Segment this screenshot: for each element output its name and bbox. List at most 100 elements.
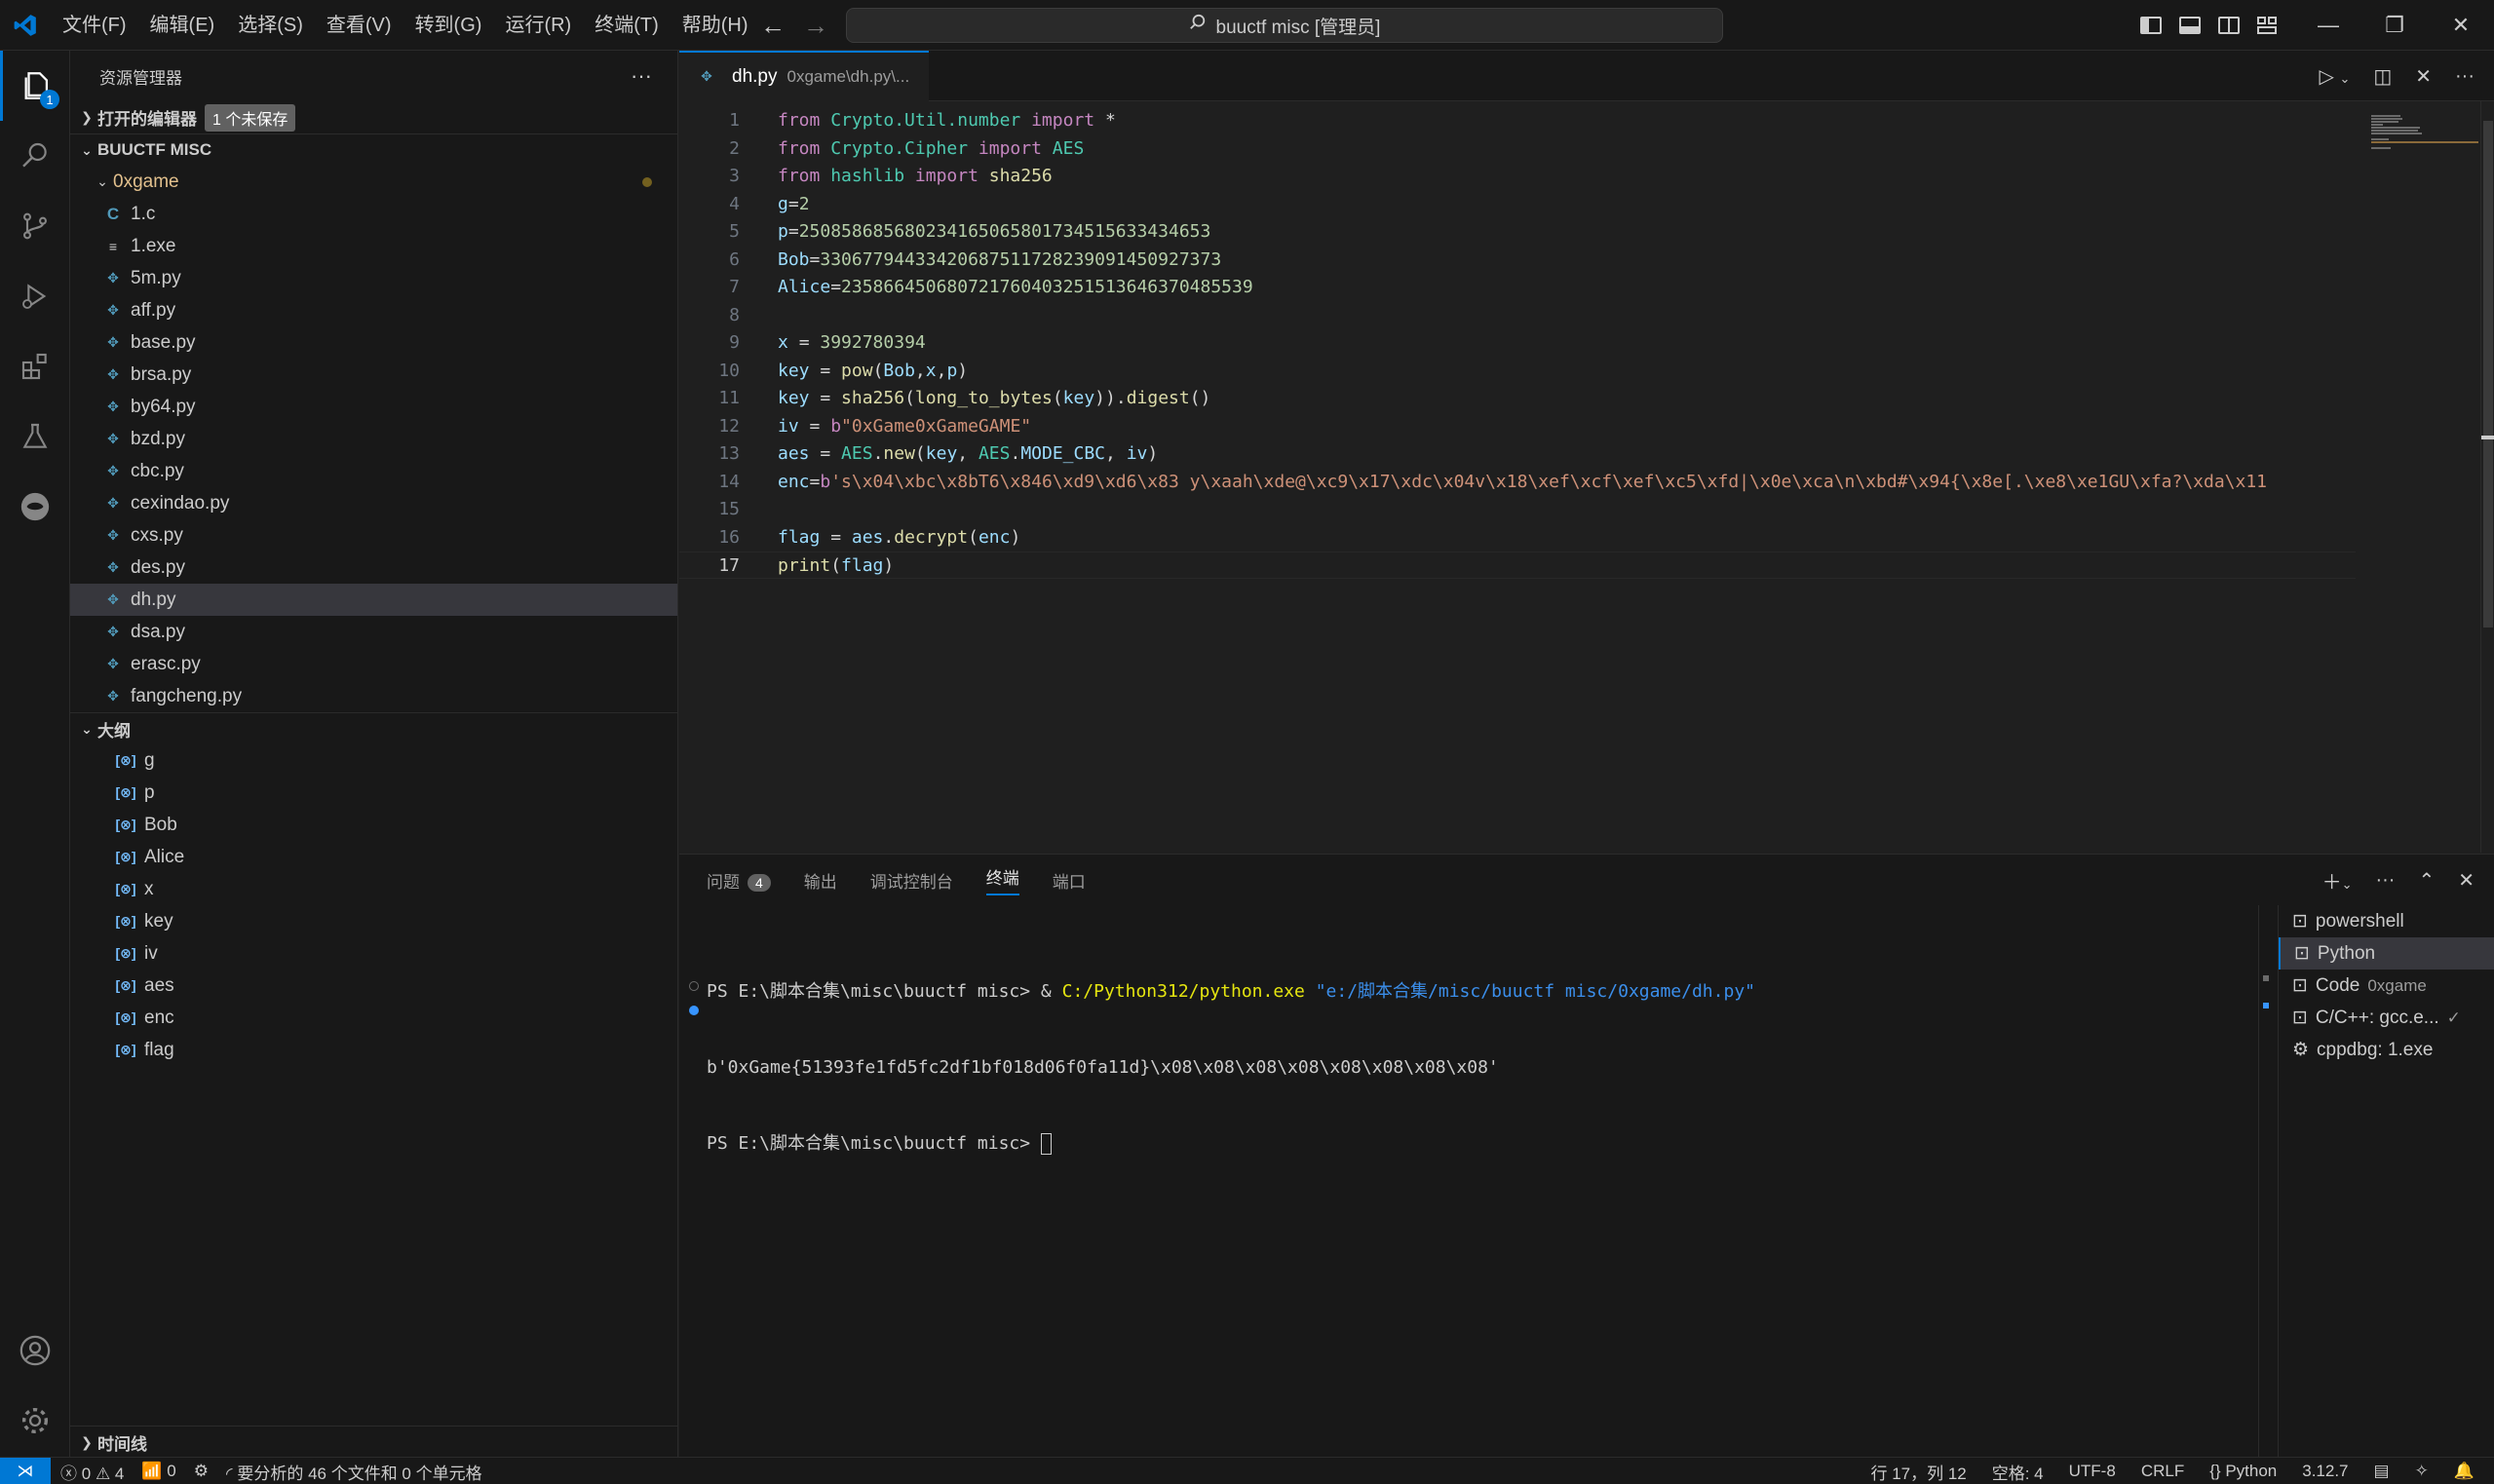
open-editors-section[interactable]: ❯ 打开的编辑器 1 个未保存 [70,101,677,133]
run-status-icon[interactable]: ⚙ [194,1462,209,1481]
more-actions-icon[interactable]: ··· [631,63,652,89]
file-item[interactable]: ✥ cexindao.py [70,487,677,519]
terminal-scrollbar[interactable] [2258,905,2272,1458]
encoding[interactable]: UTF-8 [2069,1462,2116,1481]
menu-item[interactable]: 文件(F) [51,0,138,51]
menu-item[interactable]: 转到(G) [403,0,494,51]
file-item[interactable]: ≡ 1.exe [70,230,677,262]
testing-flask-icon[interactable] [0,401,70,472]
back-arrow-icon[interactable]: ← [760,11,786,41]
terminal-instance[interactable]: ⚙ cppdbg: 1.exe [2279,1034,2494,1066]
panel-tab[interactable]: 问题 4 [707,868,771,893]
outline-item[interactable]: [⊗] iv [70,937,677,970]
panel-tab[interactable]: 终端 [985,864,1019,895]
outline-item[interactable]: [⊗] enc [70,1002,677,1034]
indentation[interactable]: 空格: 4 [1992,1460,2044,1484]
timeline-section[interactable]: ❯ 时间线 [70,1426,677,1458]
terminal-instance[interactable]: ⊡ Python [2279,937,2494,970]
terminal-instance[interactable]: ⊡ powershell [2279,905,2494,937]
run-debug-icon[interactable] [0,261,70,331]
outline-item[interactable]: [⊗] flag [70,1034,677,1066]
editor-tab-dh-py[interactable]: ✥ dh.py 0xgame\dh.py\... [679,50,930,101]
close-panel-icon[interactable]: ✕ [2458,868,2475,893]
file-item[interactable]: ✥ base.py [70,326,677,359]
terminal-instance[interactable]: ⊡ C/C++: gcc.e... ✓ [2279,1002,2494,1034]
toggle-secondary-sidebar-icon[interactable] [2218,17,2240,34]
file-item[interactable]: ✥ brsa.py [70,359,677,391]
outline-name: Alice [144,846,185,867]
file-item[interactable]: C 1.c [70,198,677,230]
outline-item[interactable]: [⊗] p [70,777,677,809]
maximize-panel-icon[interactable]: ⌃ [2418,868,2435,893]
minimize-icon[interactable]: — [2295,0,2361,51]
notebook-icon[interactable]: ▤ [2374,1462,2390,1481]
outline-item[interactable]: [⊗] key [70,905,677,937]
new-terminal-icon[interactable]: ＋⌄ [2322,866,2353,894]
file-item[interactable]: ✥ aff.py [70,294,677,326]
file-item[interactable]: ✥ by64.py [70,391,677,423]
file-item[interactable]: ✥ erasc.py [70,648,677,680]
settings-gear-icon[interactable] [0,1386,70,1456]
menu-item[interactable]: 帮助(H) [671,0,760,51]
file-item[interactable]: ✥ dsa.py [70,616,677,648]
panel-tab[interactable]: 输出 [804,868,837,893]
notifications-bell-icon[interactable]: 🔔 [2454,1462,2475,1481]
restore-icon[interactable]: ❐ [2361,0,2428,51]
file-item[interactable]: ✥ des.py [70,552,677,584]
extensions-icon[interactable] [0,331,70,401]
panel-more-icon[interactable]: ··· [2375,869,2395,892]
close-window-icon[interactable]: ✕ [2428,0,2494,51]
folder-0xgame[interactable]: ⌄ 0xgame [70,166,677,198]
file-item[interactable]: ✥ dh.py [70,584,677,616]
panel-tab[interactable]: 端口 [1053,868,1086,893]
run-file-icon[interactable]: ▷ ⌄ [2320,64,2351,89]
workspace-section[interactable]: ⌄ BUUCTF MISC [70,133,677,166]
search-icon[interactable] [0,121,70,191]
problems-status[interactable]: ⓧ 0 ⚠ 4 [60,1460,124,1484]
file-item[interactable]: ✥ bzd.py [70,423,677,455]
outline-item[interactable]: [⊗] Bob [70,809,677,841]
explorer-icon[interactable]: 1 [0,51,70,121]
file-item[interactable]: ✥ cbc.py [70,455,677,487]
split-editor-icon[interactable]: ◫ [2373,64,2392,89]
menu-item[interactable]: 选择(S) [226,0,315,51]
vertical-scrollbar[interactable] [2480,101,2494,853]
file-item[interactable]: ✥ cxs.py [70,519,677,552]
toggle-primary-sidebar-icon[interactable] [2140,17,2162,34]
customize-layout-icon[interactable] [2257,17,2279,34]
cursor-position[interactable]: 行 17，列 12 [1870,1460,1966,1484]
forward-arrow-icon[interactable]: → [803,11,828,41]
title-bar: 文件(F) 编辑(E) 选择(S) 查看(V) 转到(G) 运行(R) 终端(T) 帮助(H)… [0,0,2494,51]
copilot-icon[interactable]: ✧ [2415,1462,2429,1481]
accounts-icon[interactable] [0,1315,70,1386]
menu-item[interactable]: 查看(V) [315,0,403,51]
outline-item[interactable]: [⊗] x [70,873,677,905]
source-control-icon[interactable] [0,191,70,261]
remote-explorer-icon[interactable] [0,472,70,542]
menu-item[interactable]: 终端(T) [583,0,671,51]
minimap[interactable] [2369,113,2478,698]
file-item[interactable]: ✥ 5m.py [70,262,677,294]
panel-tab[interactable]: 调试控制台 [870,868,953,893]
remote-indicator-icon[interactable]: ⋊ [0,1458,51,1484]
toggle-panel-icon[interactable] [2179,17,2201,34]
menu-item[interactable]: 编辑(E) [138,0,227,51]
ports-status[interactable]: 📶 0 [141,1462,175,1481]
code-editor[interactable]: 1 from Crypto.Util.number import * 2 from C… [679,101,2494,900]
editor-more-icon[interactable]: ··· [2455,65,2475,88]
file-item[interactable]: ✥ fangcheng.py [70,680,677,712]
python-version[interactable]: 3.12.7 [2302,1462,2348,1481]
menu-item[interactable]: 运行(R) [493,0,583,51]
end-of-line[interactable]: CRLF [2141,1462,2184,1481]
language-mode[interactable]: {} Python [2209,1462,2277,1481]
outline-item[interactable]: [⊗] aes [70,970,677,1002]
close-editor-icon[interactable]: ✕ [2415,64,2432,89]
terminal-instance[interactable]: ⊡ Code 0xgame [2279,970,2494,1002]
outline-item[interactable]: [⊗] g [70,744,677,777]
outline-name: key [144,910,173,932]
terminal-output[interactable]: PS E:\脚本合集\misc\buuctf misc> & C:/Python… [707,929,1755,1207]
analysis-status[interactable]: ◜ 要分析的 46 个文件和 0 个单元格 [226,1460,482,1484]
command-center-search[interactable]: buuctf misc [管理员] [846,8,1723,43]
outline-section[interactable]: ⌄ 大纲 [70,712,677,744]
outline-item[interactable]: [⊗] Alice [70,841,677,873]
